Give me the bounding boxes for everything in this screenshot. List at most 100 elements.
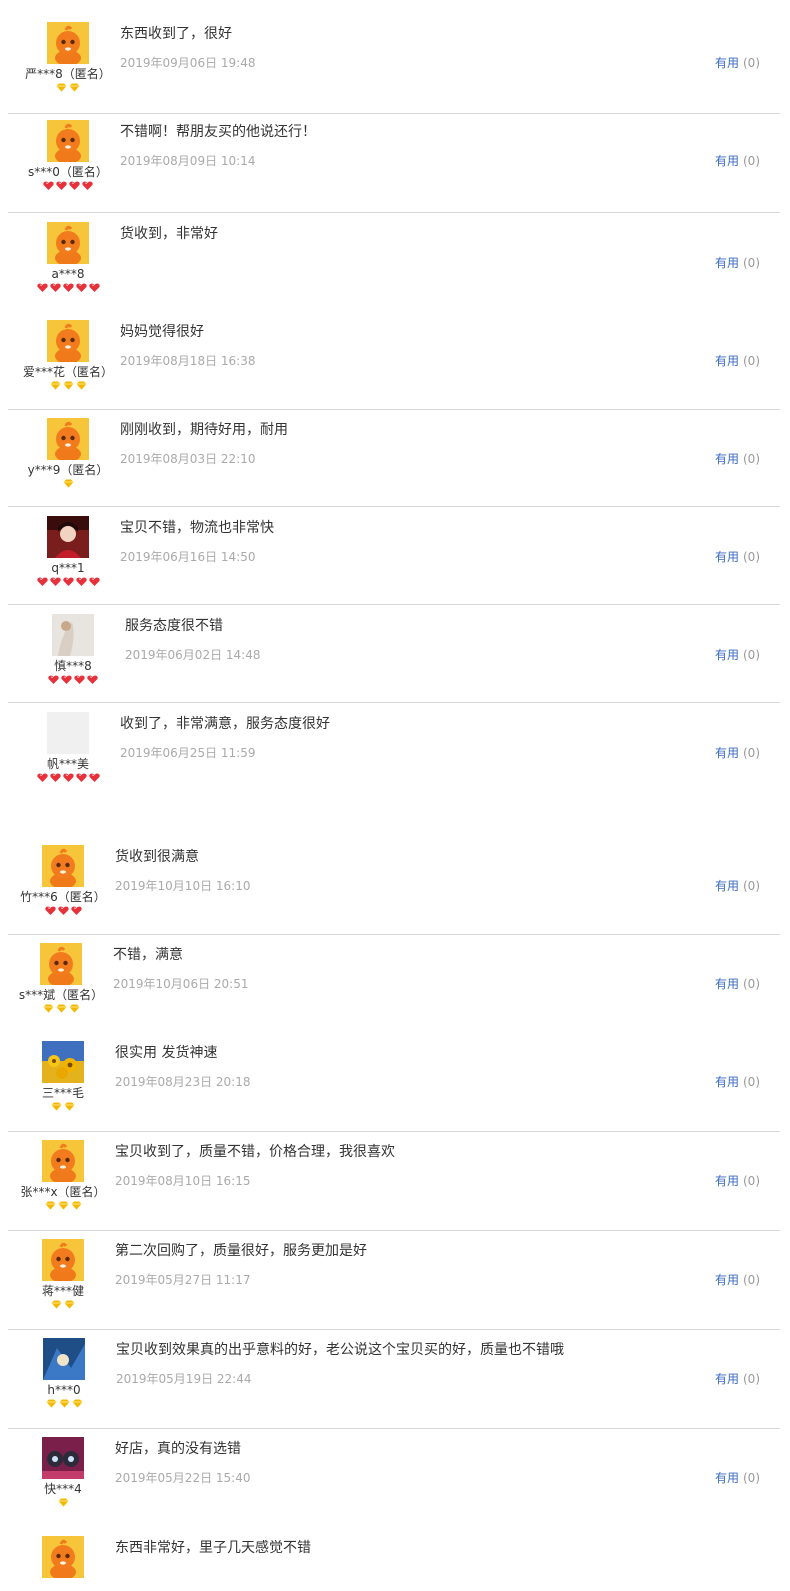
buyer-level [8,773,128,783]
buyer-level [8,479,128,489]
default-avatar-icon[interactable] [42,1536,84,1578]
avatar[interactable] [52,614,94,656]
review-content: 宝贝不错，物流也非常快 [120,520,274,536]
useful-button[interactable]: 有用 (0) [715,1471,760,1485]
useful-label[interactable]: 有用 [715,1471,739,1485]
useful-label[interactable]: 有用 [715,977,739,991]
useful-button[interactable]: 有用 (0) [715,977,760,991]
useful-label[interactable]: 有用 [715,550,739,564]
review-content: 不错，满意 [113,947,183,963]
default-avatar-icon[interactable] [47,418,89,460]
default-avatar-icon[interactable] [47,222,89,264]
avatar[interactable] [43,1338,85,1380]
useful-label[interactable]: 有用 [715,154,739,168]
review-content: 好店，真的没有选错 [115,1441,241,1457]
reviewer: 张***x（匿名） [3,1140,123,1211]
review-content: 妈妈觉得很好 [120,324,204,340]
review-divider [0,1428,790,1429]
useful-button[interactable]: 有用 (0) [715,154,760,168]
useful-count: (0) [743,1372,760,1386]
useful-button[interactable]: 有用 (0) [715,746,760,760]
buyer-level [8,577,128,587]
yellow-diamond-icon [57,1493,70,1512]
useful-label[interactable]: 有用 [715,452,739,466]
default-avatar-icon[interactable] [47,320,89,362]
useful-label[interactable]: 有用 [715,256,739,270]
useful-count: (0) [743,1174,760,1188]
useful-label[interactable]: 有用 [715,648,739,662]
divider-line [8,212,780,213]
avatar[interactable] [42,1041,84,1083]
useful-count: (0) [743,354,760,368]
useful-button[interactable]: 有用 (0) [715,1372,760,1386]
avatar[interactable] [42,1437,84,1479]
buyer-level [4,1399,124,1409]
review-content: 东西非常好，里子几天感觉不错 [115,1540,311,1556]
review-date: 2019年08月23日 20:18 [115,1075,251,1089]
yellow-diamond-icon [50,1097,63,1116]
yellow-diamond-icon [55,999,68,1018]
default-avatar-icon[interactable] [40,943,82,985]
useful-label[interactable]: 有用 [715,1075,739,1089]
useful-label[interactable]: 有用 [715,1174,739,1188]
review-date: 2019年10月10日 16:10 [115,879,251,893]
useful-label[interactable]: 有用 [715,1273,739,1287]
reviewer: a***8 [8,222,128,293]
review-date: 2019年08月09日 10:14 [120,154,256,168]
review-divider [0,506,790,507]
buyer-level [13,675,133,685]
useful-count: (0) [743,977,760,991]
useful-label[interactable]: 有用 [715,354,739,368]
useful-label[interactable]: 有用 [715,879,739,893]
review-divider [0,1329,790,1330]
buyer-level [8,283,128,293]
useful-label[interactable]: 有用 [715,746,739,760]
reviewer: h***0 [4,1338,124,1409]
red-heart-icon [60,670,73,689]
review-divider [0,934,790,935]
red-heart-icon [86,670,99,689]
useful-count: (0) [743,56,760,70]
avatar[interactable] [47,712,89,754]
review-content: 不错啊！帮朋友买的他说还行！ [120,124,316,140]
default-avatar-icon[interactable] [42,1239,84,1281]
avatar[interactable] [47,516,89,558]
review-content: 宝贝收到效果真的出乎意料的好，老公说这个宝贝买的好，质量也不错哦 [116,1342,564,1358]
yellow-diamond-icon [62,376,75,395]
divider-line [8,1131,780,1132]
useful-button[interactable]: 有用 (0) [715,879,760,893]
useful-button[interactable]: 有用 (0) [715,648,760,662]
useful-button[interactable]: 有用 (0) [715,354,760,368]
divider-line [8,604,780,605]
buyer-level [3,1201,123,1211]
review-date: 2019年06月02日 14:48 [125,648,261,662]
yellow-diamond-icon [63,1295,76,1314]
useful-label[interactable]: 有用 [715,56,739,70]
red-heart-icon [57,901,70,920]
red-heart-icon [62,278,75,297]
red-heart-icon [70,901,83,920]
red-heart-icon [62,768,75,787]
useful-count: (0) [743,1075,760,1089]
useful-count: (0) [743,648,760,662]
default-avatar-icon[interactable] [47,22,89,64]
useful-count: (0) [743,550,760,564]
reviewer: 爱***花（匿名） [8,320,128,391]
useful-button[interactable]: 有用 (0) [715,256,760,270]
review-date: 2019年08月18日 16:38 [120,354,256,368]
useful-button[interactable]: 有用 (0) [715,1273,760,1287]
default-avatar-icon[interactable] [47,120,89,162]
useful-label[interactable]: 有用 [715,1372,739,1386]
useful-button[interactable]: 有用 (0) [715,1075,760,1089]
useful-button[interactable]: 有用 (0) [715,550,760,564]
useful-button[interactable]: 有用 (0) [715,1174,760,1188]
red-heart-icon [73,670,86,689]
default-avatar-icon[interactable] [42,845,84,887]
reviewer: 竹***6（匿名） [3,845,123,916]
red-heart-icon [49,768,62,787]
review-content: 刚刚收到，期待好用，耐用 [120,422,288,438]
review-content: 宝贝收到了，质量不错，价格合理，我很喜欢 [115,1144,395,1160]
useful-button[interactable]: 有用 (0) [715,56,760,70]
useful-button[interactable]: 有用 (0) [715,452,760,466]
default-avatar-icon[interactable] [42,1140,84,1182]
